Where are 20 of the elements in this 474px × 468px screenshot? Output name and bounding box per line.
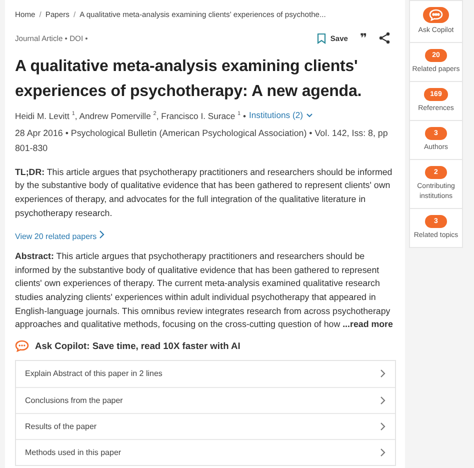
bookmark-icon — [317, 32, 326, 44]
chat-icon — [423, 7, 449, 23]
publication-info: 28 Apr 2016 • Psychological Bulletin (American Psychological Association) • Vol. 142, Iss: 8, pp 801-830 — [15, 126, 389, 155]
chat-icon — [15, 340, 29, 352]
chevron-right-icon — [380, 448, 386, 457]
chevron-down-icon — [306, 112, 313, 118]
read-more-link[interactable]: ...read more — [342, 319, 393, 330]
chevron-right-icon — [380, 422, 386, 431]
copilot-heading: Ask Copilot: Save time, read 10X faster with AI — [35, 340, 240, 351]
author-list: Heidi M. Levitt $^{1}$, Andrew Pomerville $^{2}$, Francisco I. Surace $^{1}$ • — [15, 107, 246, 124]
abstract-text: Abstract: This article argues that psychotherapy practitioners and researchers should be informed by the substantive body of qualitative evidence that has been gathered to represent clients' own experiences of therapy. The current meta-analysis examined qualitative research studies analyzing clients' experiences within adult individual psychotherapy that appeared in English-language journals. This omnibus review integrates research from across psychotherapy approaches and qualitative methods, focusing on the cross-cutting question of how ...read more — [15, 250, 394, 332]
share-icon[interactable] — [379, 32, 390, 44]
paper-title: A qualitative meta-analysis examining clients' experiences of psychotherapy: A new agenda. — [15, 57, 363, 102]
tldr-text: TL;DR: This article argues that psychotherapy practitioners and researchers should be informed by the substantive body of qualitative evidence that has been gathered to represent clients' own experiences of therapy, and advocates for the full integration of the qualitative literature in psychotherapy research. — [15, 166, 394, 220]
chevron-right-icon — [98, 230, 105, 240]
related-papers-link[interactable]: View 20 related papers — [15, 230, 105, 242]
chevron-right-icon — [380, 369, 386, 378]
institutions-link[interactable]: Institutions (2) — [248, 108, 303, 123]
cite-button[interactable]: ❞ — [360, 31, 367, 45]
chevron-right-icon — [380, 396, 386, 405]
